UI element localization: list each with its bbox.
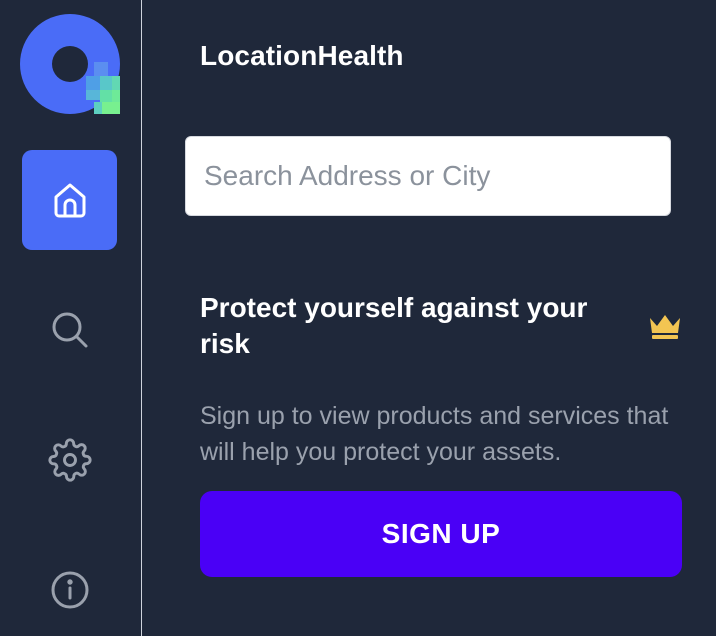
home-icon [54, 183, 85, 218]
gear-icon [47, 438, 92, 482]
sidebar-item-search[interactable] [22, 280, 117, 380]
sidebar-item-info[interactable] [22, 540, 117, 636]
sidebar-item-home[interactable] [22, 150, 117, 250]
sign-up-button[interactable]: SIGN UP [200, 491, 682, 577]
search-icon [52, 312, 87, 348]
crown-icon [648, 312, 682, 340]
info-icon [51, 571, 88, 609]
sidebar-item-settings[interactable] [22, 410, 117, 510]
promo-description: Sign up to view products and services th… [200, 402, 669, 466]
page-title: LocationHealth [200, 40, 404, 71]
sidebar [0, 0, 142, 636]
main-panel: LocationHealth Protect yourself against … [142, 0, 716, 636]
app-window: LocationHealth Protect yourself against … [0, 0, 716, 636]
brand-logo-icon[interactable] [20, 14, 120, 114]
search-input[interactable] [185, 136, 671, 216]
promo-heading: Protect yourself against your risk [200, 292, 588, 359]
